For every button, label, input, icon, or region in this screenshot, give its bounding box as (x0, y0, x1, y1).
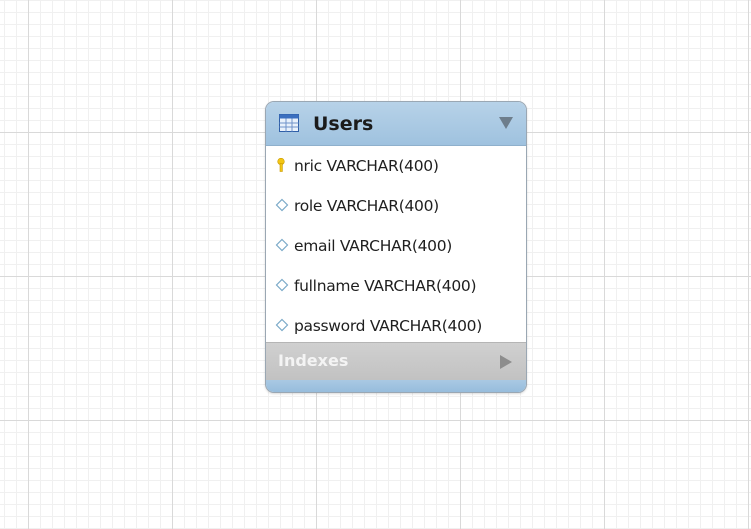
indexes-label: Indexes (278, 351, 349, 370)
column-row-password[interactable]: password VARCHAR(400) (266, 306, 526, 346)
key-icon (277, 158, 285, 172)
indexes-section[interactable]: Indexes (266, 342, 526, 380)
table-footer (266, 380, 526, 392)
table-entity-users[interactable]: Users nric VARCHAR(400) role VARCHAR(400… (265, 101, 527, 393)
diamond-icon (275, 198, 289, 212)
column-list: nric VARCHAR(400) role VARCHAR(400) emai… (266, 146, 526, 346)
diamond-icon (275, 238, 289, 252)
triangle-right-icon[interactable] (500, 355, 512, 369)
column-row-fullname[interactable]: fullname VARCHAR(400) (266, 266, 526, 306)
column-label: fullname VARCHAR(400) (294, 277, 477, 295)
column-label: password VARCHAR(400) (294, 317, 482, 335)
column-label: role VARCHAR(400) (294, 197, 439, 215)
diamond-icon (275, 318, 289, 332)
triangle-down-icon[interactable] (499, 117, 513, 129)
diagram-canvas[interactable]: Users nric VARCHAR(400) role VARCHAR(400… (0, 0, 751, 529)
table-header[interactable]: Users (266, 102, 526, 146)
column-label: email VARCHAR(400) (294, 237, 453, 255)
table-title: Users (313, 113, 374, 135)
table-icon (279, 114, 299, 132)
column-label: nric VARCHAR(400) (294, 157, 439, 175)
column-row-nric[interactable]: nric VARCHAR(400) (266, 146, 526, 186)
column-row-email[interactable]: email VARCHAR(400) (266, 226, 526, 266)
diamond-icon (275, 278, 289, 292)
column-row-role[interactable]: role VARCHAR(400) (266, 186, 526, 226)
